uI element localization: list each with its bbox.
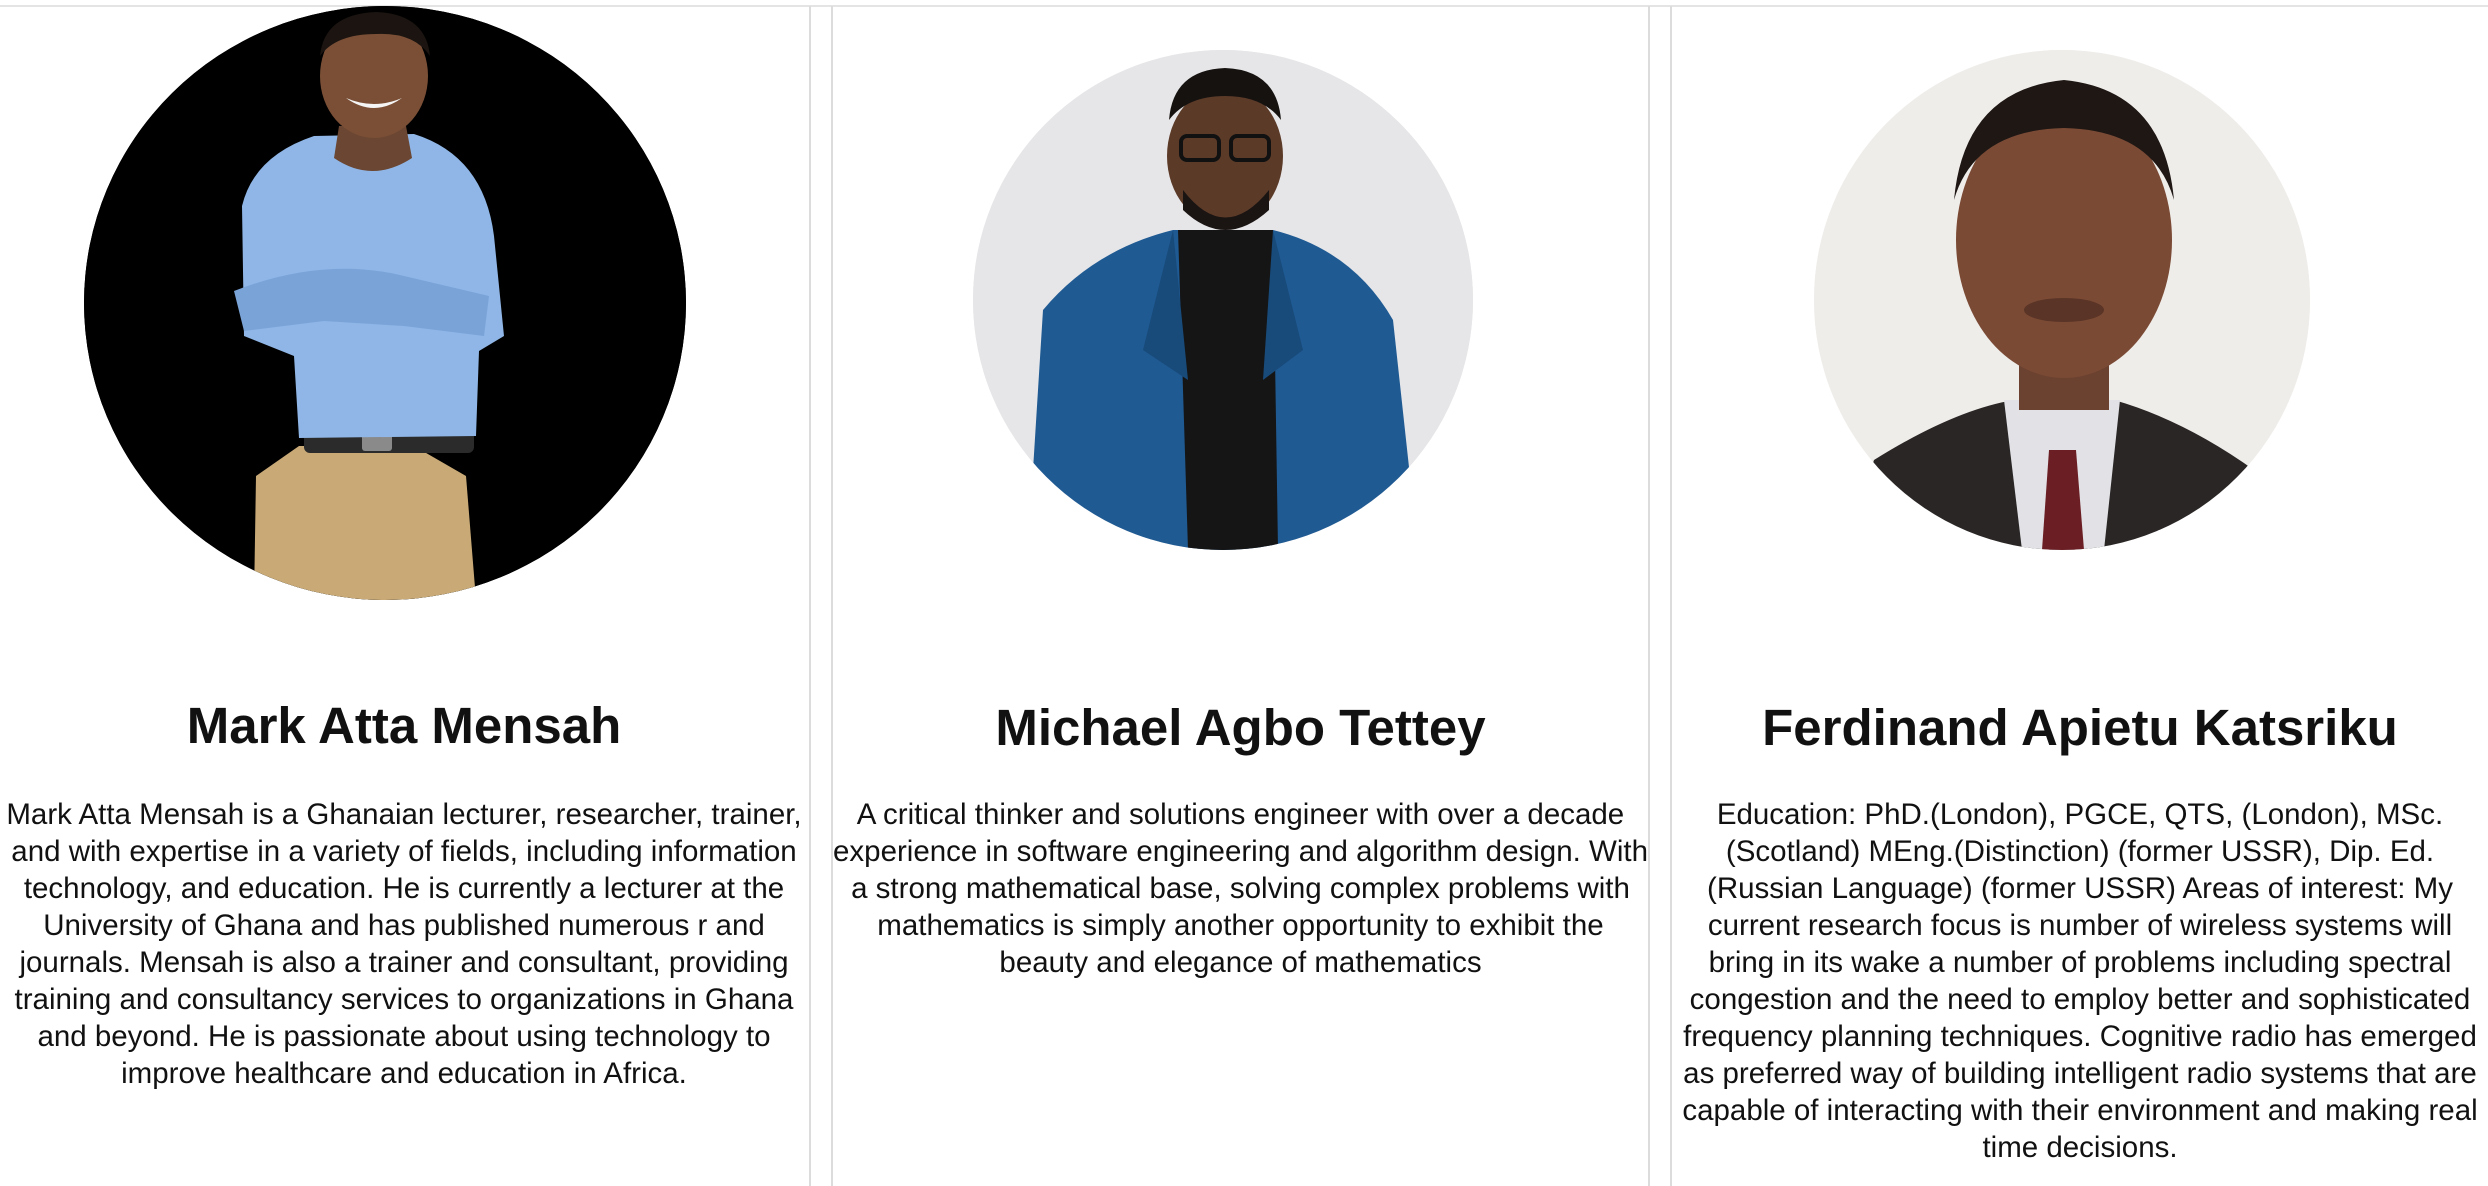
profile-photo — [84, 6, 686, 600]
member-name: Michael Agbo Tettey — [995, 699, 1486, 756]
column-divider — [1648, 6, 1650, 1186]
team-member-card: Mark Atta Mensah Mark Atta Mensah is a G… — [0, 6, 808, 1186]
member-bio: A critical thinker and solutions enginee… — [833, 798, 1648, 979]
profile-photo — [1814, 50, 2310, 550]
member-name: Ferdinand Apietu Katsriku — [1762, 699, 2398, 756]
team-member-card: Michael Agbo Tettey A critical thinker a… — [833, 6, 1648, 1186]
member-bio: Mark Atta Mensah is a Ghanaian lecturer,… — [6, 798, 802, 1090]
team-member-card: Ferdinand Apietu Katsriku Education: PhD… — [1672, 6, 2488, 1186]
profile-photo — [973, 50, 1473, 550]
member-bio: Education: PhD.(London), PGCE, QTS, (Lon… — [1682, 798, 2478, 1164]
column-divider — [809, 6, 811, 1186]
member-name: Mark Atta Mensah — [186, 697, 622, 754]
